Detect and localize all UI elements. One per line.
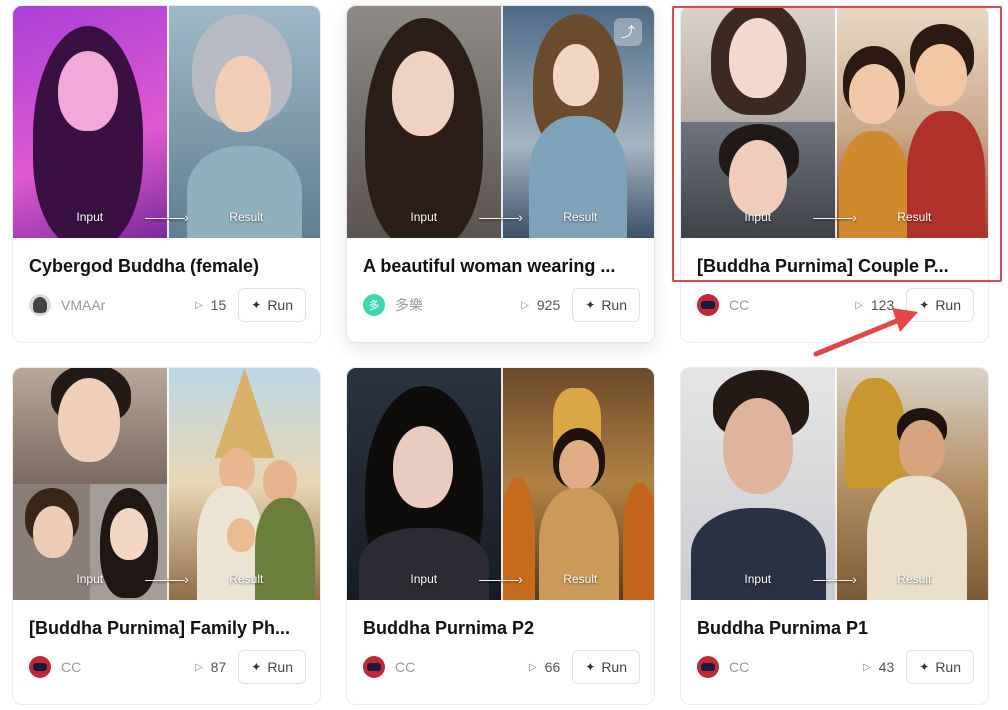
template-card[interactable]: Input ———› Result [Buddha Purnima] Coupl… <box>680 5 989 343</box>
result-label: Result <box>897 210 932 224</box>
input-label: Input <box>744 572 772 586</box>
play-icon: ▷ <box>194 299 203 311</box>
template-card[interactable]: Input ———› Result [Buddha Purnima] Famil… <box>12 367 321 705</box>
magic-wand-icon: ✦ <box>585 298 596 312</box>
card-title[interactable]: Cybergod Buddha (female) <box>29 256 306 277</box>
input-image <box>681 368 835 600</box>
card-thumbnail[interactable]: Input ———› Result <box>681 368 988 600</box>
run-count: ▷ 15 <box>194 297 227 313</box>
arrow-right-icon: ———› <box>813 209 857 225</box>
arrow-right-icon: ———› <box>145 571 189 587</box>
input-label: Input <box>410 572 438 586</box>
card-title[interactable]: [Buddha Purnima] Family Ph... <box>29 618 306 639</box>
template-card[interactable]: Input ———› Result Buddha Purnima P2 CC ▷… <box>346 367 655 705</box>
author-avatar[interactable] <box>29 294 51 316</box>
play-icon: ▷ <box>862 661 871 673</box>
author-avatar[interactable] <box>363 656 385 678</box>
run-button[interactable]: ✦ Run <box>572 650 640 684</box>
card-title[interactable]: Buddha Purnima P2 <box>363 618 640 639</box>
run-count: ▷ 123 <box>855 297 895 313</box>
input-image <box>13 368 167 600</box>
magic-wand-icon: ✦ <box>919 660 930 674</box>
play-icon: ▷ <box>855 299 863 311</box>
author-avatar[interactable] <box>29 656 51 678</box>
input-label: Input <box>410 210 438 224</box>
author-name[interactable]: 多樂 <box>395 295 521 315</box>
magic-wand-icon: ✦ <box>585 660 596 674</box>
result-label: Result <box>897 572 932 586</box>
input-image <box>347 368 501 600</box>
card-thumbnail[interactable]: Input ———› Result <box>347 368 654 600</box>
arrow-right-icon: ———› <box>479 209 523 225</box>
result-label: Result <box>229 210 264 224</box>
input-image <box>13 6 167 238</box>
run-button[interactable]: ✦ Run <box>238 288 306 322</box>
play-icon: ▷ <box>521 299 529 311</box>
result-image <box>166 368 320 600</box>
template-card[interactable]: Input ———› Result Cybergod Buddha (femal… <box>12 5 321 343</box>
author-name[interactable]: CC <box>395 659 529 675</box>
card-title[interactable]: Buddha Purnima P1 <box>697 618 974 639</box>
play-icon: ▷ <box>194 661 203 673</box>
share-icon[interactable]: ⤴ <box>614 18 642 46</box>
magic-wand-icon: ✦ <box>251 660 262 674</box>
run-button[interactable]: ✦ Run <box>906 288 974 322</box>
play-icon: ▷ <box>528 661 537 673</box>
card-thumbnail[interactable]: ⤴ Input ———› Result <box>347 6 654 238</box>
magic-wand-icon: ✦ <box>919 298 930 312</box>
author-name[interactable]: VMAAr <box>61 297 195 313</box>
input-label: Input <box>76 572 104 586</box>
card-thumbnail[interactable]: Input ———› Result <box>13 6 320 238</box>
result-label: Result <box>563 210 598 224</box>
input-label: Input <box>744 210 772 224</box>
result-label: Result <box>229 572 264 586</box>
card-title[interactable]: A beautiful woman wearing ... <box>363 256 640 277</box>
input-image <box>681 6 835 238</box>
author-name[interactable]: CC <box>729 659 863 675</box>
arrow-right-icon: ———› <box>813 571 857 587</box>
arrow-right-icon: ———› <box>479 571 523 587</box>
run-count: ▷ 66 <box>528 659 561 675</box>
result-image <box>166 6 320 238</box>
result-label: Result <box>563 572 598 586</box>
magic-wand-icon: ✦ <box>251 298 262 312</box>
run-count: ▷ 87 <box>194 659 227 675</box>
author-avatar[interactable]: 多 <box>363 294 385 316</box>
run-button[interactable]: ✦ Run <box>572 288 640 322</box>
author-name[interactable]: CC <box>61 659 195 675</box>
result-image <box>834 368 988 600</box>
run-count: ▷ 925 <box>521 297 561 313</box>
run-button[interactable]: ✦ Run <box>238 650 306 684</box>
card-thumbnail[interactable]: Input ———› Result <box>681 6 988 238</box>
card-title[interactable]: [Buddha Purnima] Couple P... <box>697 256 974 277</box>
arrow-right-icon: ———› <box>145 209 189 225</box>
run-button[interactable]: ✦ Run <box>906 650 974 684</box>
result-image <box>834 6 988 238</box>
author-avatar[interactable] <box>697 656 719 678</box>
author-name[interactable]: CC <box>729 297 855 313</box>
template-card[interactable]: Input ———› Result Buddha Purnima P1 CC ▷… <box>680 367 989 705</box>
run-count: ▷ 43 <box>862 659 895 675</box>
result-image <box>500 368 654 600</box>
author-avatar[interactable] <box>697 294 719 316</box>
template-card[interactable]: ⤴ Input ———› Result A beautiful woman we… <box>346 5 655 343</box>
input-image <box>347 6 501 238</box>
input-label: Input <box>76 210 104 224</box>
card-thumbnail[interactable]: Input ———› Result <box>13 368 320 600</box>
